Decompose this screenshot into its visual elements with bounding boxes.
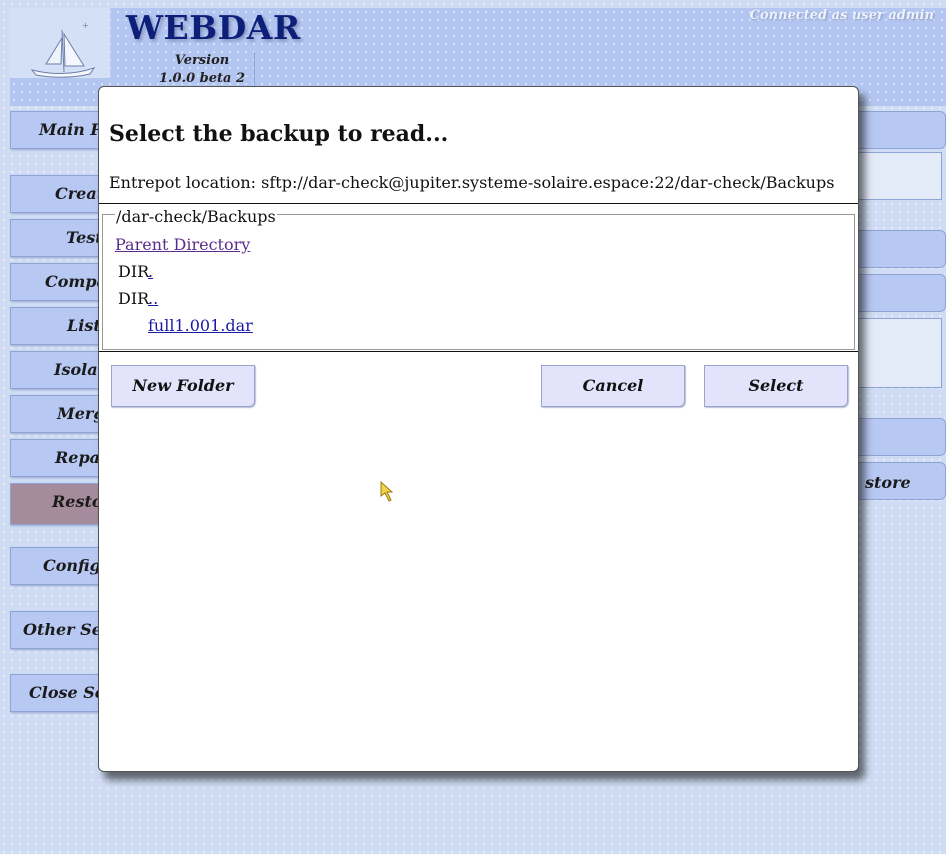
right-panel-2	[858, 318, 942, 388]
entry-type: DIR	[118, 262, 150, 281]
entrepot-value: sftp://dar-check@jupiter.systeme-solaire…	[261, 173, 835, 192]
right-tab-3[interactable]	[856, 274, 946, 312]
right-tab-2[interactable]	[856, 230, 946, 268]
parent-directory-link[interactable]: Parent Directory	[115, 235, 250, 254]
right-tab-restore-label: store	[865, 473, 911, 492]
entry-link[interactable]: .	[148, 262, 153, 281]
cancel-button[interactable]: Cancel	[541, 365, 685, 407]
app-title: WEBDAR	[126, 8, 301, 47]
divider-bottom	[99, 351, 858, 352]
select-backup-dialog: Select the backup to read... Entrepot lo…	[98, 86, 859, 772]
list-item: DIR.	[118, 262, 153, 281]
current-path: /dar-check/Backups	[115, 207, 277, 226]
dialog-title: Select the backup to read...	[109, 121, 449, 147]
mouse-cursor-icon	[380, 481, 394, 502]
list-item: DIR..	[118, 289, 158, 308]
svg-text:+: +	[82, 21, 89, 30]
entry-type: DIR	[118, 289, 150, 308]
entry-link[interactable]: ..	[148, 289, 158, 308]
right-tab-1[interactable]	[856, 111, 946, 149]
entry-link[interactable]: full1.001.dar	[148, 316, 253, 335]
right-panel-1	[858, 152, 942, 200]
select-button[interactable]: Select	[704, 365, 848, 407]
new-folder-button[interactable]: New Folder	[111, 365, 255, 407]
list-item: full1.001.dar	[118, 316, 253, 335]
connected-user-text: Connected as user admin	[749, 8, 934, 23]
entrepot-location: Entrepot location: sftp://dar-check@jupi…	[109, 173, 834, 192]
sailboat-logo-icon: +	[30, 21, 96, 78]
version-label: Version	[174, 53, 230, 68]
entrepot-label: Entrepot location:	[109, 173, 257, 192]
right-tab-restore[interactable]: store	[856, 462, 946, 500]
right-tab-4[interactable]	[856, 418, 946, 456]
divider-top	[99, 203, 858, 204]
